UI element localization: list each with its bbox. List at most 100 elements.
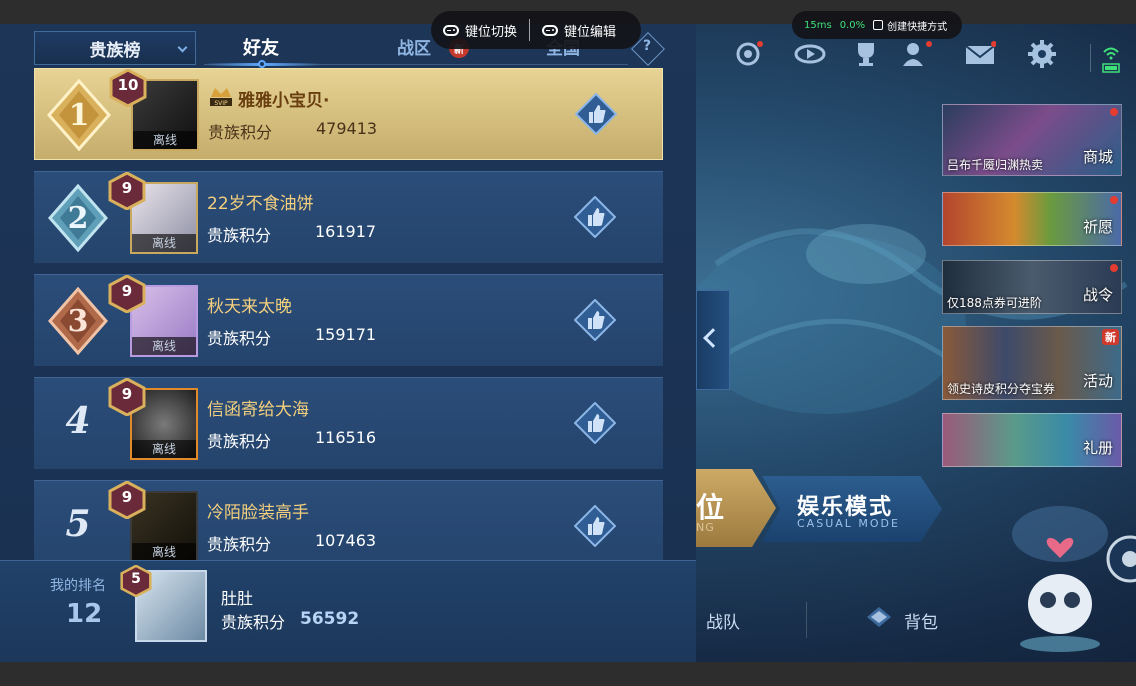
keymap-switch-button[interactable]: 键位切换 <box>431 21 529 40</box>
noble-level-number: 9 <box>121 179 133 197</box>
player-name: 冷陌脸装高手 <box>207 503 309 523</box>
ranked-mode-subtitle: NG <box>696 521 715 534</box>
toolbar-divider <box>1090 44 1091 72</box>
ping-value: 15ms <box>804 19 832 31</box>
keymap-edit-label: 键位编辑 <box>564 24 617 40</box>
category-dropdown[interactable]: 贵族榜 <box>34 31 196 65</box>
window-bottom-strip <box>0 662 1136 686</box>
rank-number: 5 <box>65 503 91 545</box>
notification-dot <box>1110 108 1118 116</box>
score-value: 161917 <box>315 222 377 241</box>
promo-side-label: 战令 <box>1082 286 1113 304</box>
target-icon[interactable] <box>732 40 764 68</box>
keymap-toolbar: 键位切换 键位编辑 <box>431 11 641 49</box>
bag-icon[interactable] <box>866 606 892 628</box>
tab-friends[interactable]: 好友 <box>243 34 279 60</box>
wifi-battery-icon <box>1102 47 1120 73</box>
noble-level-number: 10 <box>117 76 139 94</box>
offline-label: 离线 <box>132 337 196 355</box>
rank-number: 3 <box>68 304 89 339</box>
promo-caption: 领史诗皮积分夺宝券 <box>947 382 1056 396</box>
score-value: 116516 <box>315 428 377 447</box>
my-player-name: 肚肚 <box>221 589 254 608</box>
performance-overlay: 15ms 0.0% 创建快捷方式 <box>792 11 962 39</box>
player-name: 雅雅小宝贝· <box>238 91 330 111</box>
settings-gear-icon[interactable] <box>1026 40 1058 68</box>
noble-level-number: 9 <box>121 282 133 300</box>
nav-team[interactable]: 战队 <box>706 608 740 633</box>
player-name: 秋天来太晚 <box>207 297 292 317</box>
casual-mode-subtitle: CASUAL MODE <box>797 517 900 530</box>
rank-2-medal-icon: 2 <box>48 183 108 253</box>
ranked-mode-title: 位 <box>696 491 725 524</box>
score-value: 159171 <box>315 325 377 344</box>
side-round-button[interactable] <box>1100 534 1136 584</box>
score-value: 107463 <box>315 531 377 550</box>
mascot-character[interactable] <box>1010 504 1110 654</box>
rank-1-medal-icon: 1 <box>47 79 111 151</box>
tab-region[interactable]: 战区 <box>397 34 431 59</box>
shortcut-icon <box>873 20 884 30</box>
gamepad-icon <box>443 24 459 36</box>
my-noble-level-number: 5 <box>131 571 141 587</box>
score-label: 贵族积分 <box>208 123 273 142</box>
gamepad-icon <box>542 24 559 36</box>
score-value: 479413 <box>316 119 378 138</box>
score-label: 贵族积分 <box>207 329 272 348</box>
trophy-icon[interactable] <box>850 40 882 68</box>
offline-label: 离线 <box>133 131 197 149</box>
promo-side-label: 商城 <box>1082 148 1113 166</box>
promo-wish[interactable]: 祈愿 <box>942 192 1122 246</box>
game-viewport: 商城 吕布千魇归渊热卖 祈愿 战令 仅188点券可进阶 新 活动 领史诗皮积分夺… <box>0 24 1136 662</box>
mail-icon[interactable] <box>964 40 996 68</box>
promo-side-label: 礼册 <box>1082 439 1113 457</box>
eye-replay-icon[interactable] <box>794 40 826 68</box>
promo-battle-pass[interactable]: 战令 仅188点券可进阶 <box>942 260 1122 314</box>
my-score-value: 56592 <box>300 609 360 629</box>
promo-shop[interactable]: 商城 吕布千魇归渊热卖 <box>942 104 1122 176</box>
promo-event[interactable]: 新 活动 领史诗皮积分夺宝券 <box>942 326 1122 400</box>
promo-caption: 吕布千魇归渊热卖 <box>947 158 1044 172</box>
rank-number: 2 <box>68 201 89 236</box>
thumbs-up-icon[interactable] <box>575 93 617 135</box>
rank-number: 1 <box>69 98 90 133</box>
promo-gift-book[interactable]: 礼册 <box>942 413 1122 467</box>
friends-icon[interactable] <box>901 40 933 68</box>
score-label: 贵族积分 <box>207 432 272 451</box>
promo-side-label: 活动 <box>1082 372 1113 390</box>
promo-side-label: 祈愿 <box>1082 218 1113 236</box>
leaderboard-row: 2 离线 9 22岁不食油饼 贵族积分 161917 <box>34 171 663 263</box>
score-label: 贵族积分 <box>207 226 272 245</box>
thumbs-up-icon[interactable] <box>574 196 616 238</box>
offline-label: 离线 <box>132 234 196 252</box>
my-rank-number: 12 <box>66 599 103 629</box>
thumbs-up-icon[interactable] <box>574 505 616 547</box>
leaderboard-row: 1 离线 10 SVIP 雅雅小宝贝· 贵族积分 479413 <box>34 68 663 160</box>
leaderboard-row: 3 离线 9 秋天来太晚 贵族积分 159171 <box>34 274 663 366</box>
thumbs-up-icon[interactable] <box>574 299 616 341</box>
nav-separator <box>806 602 807 638</box>
my-rank-label: 我的排名 <box>50 578 106 594</box>
notification-dot <box>1110 264 1118 272</box>
rank-number: 4 <box>65 400 91 442</box>
promo-caption: 仅188点券可进阶 <box>947 296 1042 310</box>
help-icon-glyph: ? <box>643 38 652 54</box>
my-rank-bar: 我的排名 12 5 肚肚 贵族积分 56592 <box>0 560 696 662</box>
offline-label: 离线 <box>132 543 196 561</box>
my-score-label: 贵族积分 <box>221 613 286 632</box>
noble-level-number: 9 <box>121 385 133 403</box>
keymap-switch-label: 键位切换 <box>465 24 518 40</box>
chevron-down-icon <box>177 42 188 53</box>
create-shortcut-button[interactable]: 创建快捷方式 <box>873 18 947 33</box>
packet-loss-value: 0.0% <box>839 19 866 31</box>
keymap-edit-button[interactable]: 键位编辑 <box>530 21 628 40</box>
rank-3-medal-icon: 3 <box>48 286 108 356</box>
score-label: 贵族积分 <box>207 535 272 554</box>
leaderboard-panel: 贵族榜 好友 战区 新 全国 ? 1 离线 10 SVIP 雅雅小宝贝· 贵族积… <box>0 24 696 572</box>
nav-bag[interactable]: 背包 <box>904 608 938 633</box>
player-name: 22岁不食油饼 <box>207 194 314 214</box>
noble-level-number: 9 <box>121 488 133 506</box>
leaderboard-row: 4 离线 9 信函寄给大海 贵族积分 116516 <box>34 377 663 469</box>
thumbs-up-icon[interactable] <box>574 402 616 444</box>
svip-crown-icon: SVIP <box>210 88 232 107</box>
